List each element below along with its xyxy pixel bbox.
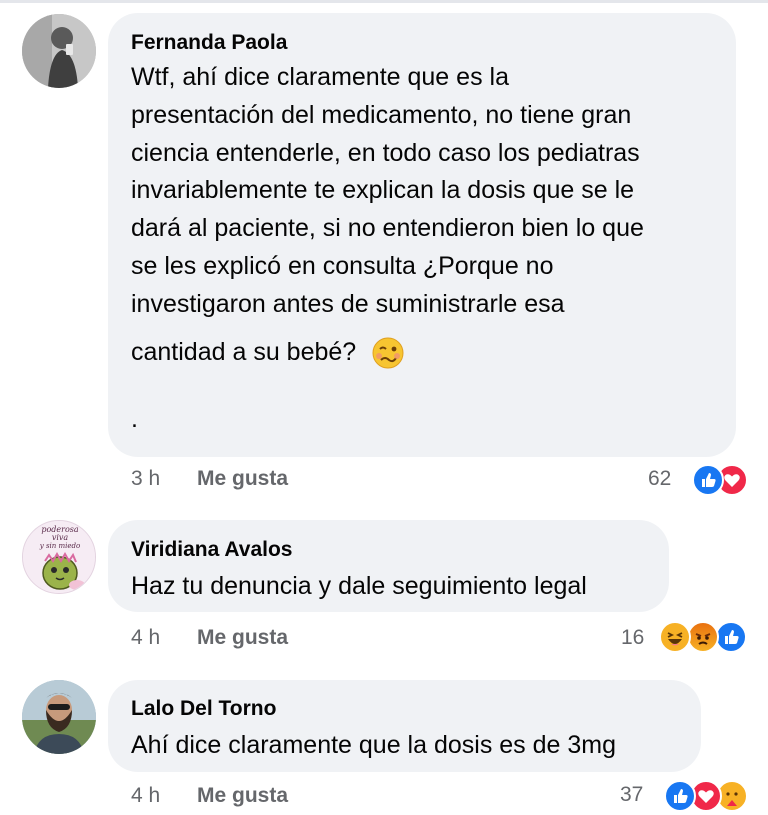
comment-line: cantidad a su bebé? [131, 337, 357, 366]
avatar-lettering: y sin miedo [39, 542, 80, 550]
like-icon [692, 464, 724, 496]
avatar-lettering: viva [52, 533, 69, 542]
top-divider [0, 0, 768, 3]
comment-time[interactable]: 3 h [131, 467, 160, 491]
like-icon [664, 780, 696, 812]
reaction-count: 37 [620, 783, 644, 806]
like-button[interactable]: Me gusta [197, 626, 288, 650]
avatar[interactable]: poderosa viva y sin miedo [22, 520, 96, 594]
comment-line: . [131, 405, 138, 434]
avatar-photo [22, 680, 96, 754]
comment-author[interactable]: Fernanda Paola [131, 31, 287, 55]
reaction-summary[interactable]: 16 [621, 621, 751, 653]
like-button[interactable]: Me gusta [197, 467, 288, 491]
avatar-photo [22, 14, 96, 88]
comment-text: Haz tu denuncia y dale seguimiento legal [131, 572, 587, 600]
reaction-count: 62 [648, 467, 672, 490]
angry-icon [687, 621, 719, 653]
comment-time[interactable]: 4 h [131, 784, 160, 808]
comment-line: se les explicó en consulta ¿Porque no [131, 251, 554, 280]
comment-line: Wtf, ahí dice claramente que es la [131, 63, 509, 91]
comment-line: presentación del medicamento, no tiene g… [131, 100, 632, 129]
comment-time[interactable]: 4 h [131, 626, 160, 650]
like-button[interactable]: Me gusta [197, 784, 288, 808]
avatar-illustration: poderosa viva y sin miedo [23, 521, 95, 593]
comment-text: Ahí dice claramente que la dosis es de 3… [131, 731, 616, 759]
comment-text: Wtf, ahí dice claramente que es la prese… [131, 59, 731, 439]
comment-author[interactable]: Lalo Del Torno [131, 697, 276, 721]
comment-line: dará al paciente, si no entendieron bien… [131, 214, 644, 243]
woozy-face-emoji-icon [372, 337, 404, 369]
avatar[interactable] [22, 14, 96, 88]
like-icon [715, 621, 747, 653]
reaction-summary[interactable]: 62 [648, 464, 748, 496]
avatar[interactable] [22, 680, 96, 754]
comment-line: ciencia entenderle, en todo caso los ped… [131, 138, 640, 167]
comment-line: investigaron antes de suministrarle esa [131, 289, 565, 318]
reaction-count: 16 [621, 626, 645, 649]
reaction-summary[interactable]: 37 [620, 780, 750, 812]
comment-line: invariablemente te explican la dosis que… [131, 176, 635, 205]
comment-author[interactable]: Viridiana Avalos [131, 538, 292, 562]
comment-line-with-emoji: cantidad a su bebé? [131, 334, 731, 372]
haha-icon [659, 621, 691, 653]
